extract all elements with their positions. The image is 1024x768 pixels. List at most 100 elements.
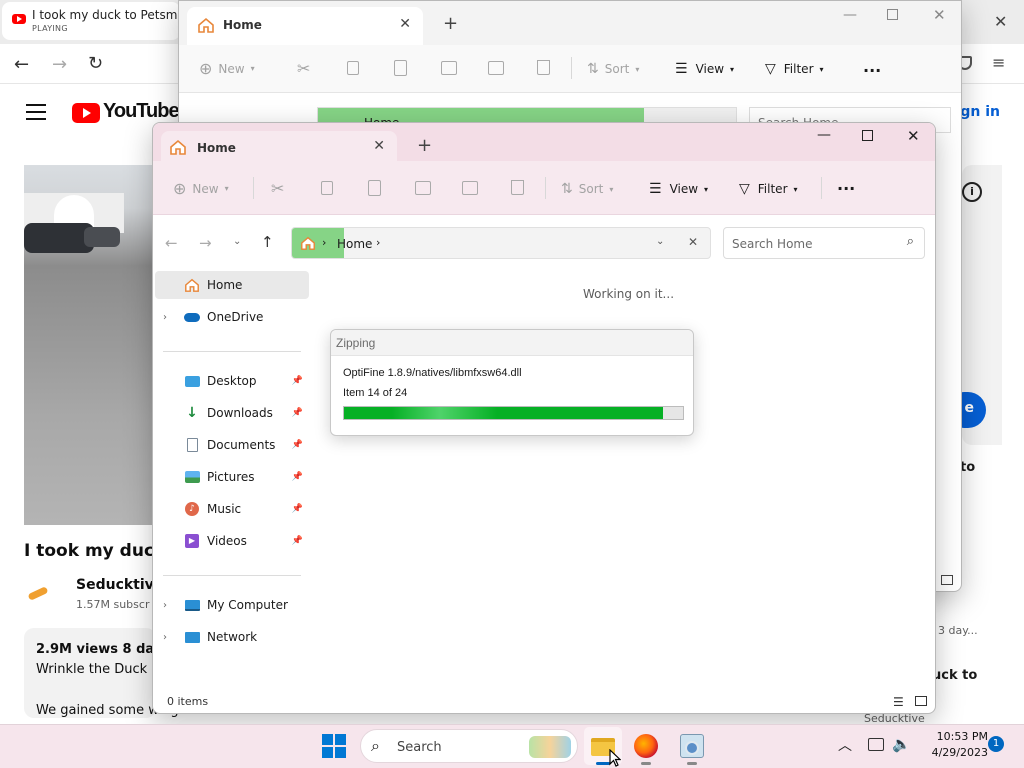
tab-close-icon[interactable]: ✕ xyxy=(373,138,385,154)
tab-close-icon[interactable]: ✕ xyxy=(399,16,411,32)
delete-icon[interactable] xyxy=(537,60,550,75)
nav-videos[interactable]: ▶ Videos 📌 xyxy=(155,527,309,555)
subscriber-count: 1.57M subscr xyxy=(76,598,150,611)
browser-close-icon[interactable]: ✕ xyxy=(994,12,1007,31)
video-player[interactable] xyxy=(24,165,156,525)
back-arrow-icon[interactable]: ← xyxy=(165,234,178,252)
nav-desktop[interactable]: Desktop 📌 xyxy=(155,367,309,395)
firefox-icon[interactable] xyxy=(634,734,658,758)
dialog-title: Zipping xyxy=(336,336,376,350)
taskbar-search[interactable]: ⌕ Search xyxy=(360,729,578,763)
filter-button[interactable]: ▽ Filter ▾ xyxy=(739,181,798,197)
info-icon[interactable]: i xyxy=(962,182,982,202)
nav-network[interactable]: › Network xyxy=(155,623,309,651)
address-bar[interactable]: › Home › ⌄ ✕ xyxy=(291,227,711,259)
maximize-icon[interactable] xyxy=(887,9,898,20)
paste-icon[interactable] xyxy=(368,180,381,196)
reload-icon[interactable]: ↻ xyxy=(88,53,103,74)
back-view-button[interactable]: ☰ View ▾ xyxy=(675,61,734,77)
rename-icon[interactable] xyxy=(441,61,457,75)
forward-arrow-icon[interactable]: → xyxy=(52,54,67,75)
description-line-1: Wrinkle the Duck g xyxy=(36,662,160,677)
chevron-right-icon[interactable]: › xyxy=(163,312,183,323)
search-placeholder: Search Home xyxy=(732,237,813,251)
share-icon[interactable] xyxy=(462,181,478,195)
back-arrow-icon[interactable]: ← xyxy=(14,54,29,75)
back-filter-button[interactable]: ▽ Filter ▾ xyxy=(765,61,824,77)
nav-home-label: Home xyxy=(207,278,243,292)
cut-icon[interactable]: ✂ xyxy=(297,59,310,78)
filter-label: Filter xyxy=(757,182,788,196)
view-button[interactable]: ☰ View ▾ xyxy=(649,181,708,197)
start-button-windows-icon[interactable] xyxy=(322,734,346,758)
chevron-right-icon[interactable]: › xyxy=(163,632,183,643)
new-button[interactable]: ⊕ New ▾ xyxy=(173,179,229,198)
share-icon[interactable] xyxy=(488,61,504,75)
channel-name[interactable]: Seducktive xyxy=(76,577,163,593)
sidebar-text-3: uck to xyxy=(932,668,978,683)
details-view-icon[interactable]: ☰ xyxy=(893,695,904,709)
up-arrow-icon[interactable]: ↑ xyxy=(261,233,274,251)
nav-home[interactable]: Home xyxy=(155,271,309,299)
browser-menu-icon[interactable]: ≡ xyxy=(992,53,1005,72)
paste-icon[interactable] xyxy=(394,60,407,76)
network-icon xyxy=(183,628,201,646)
tiles-view-icon[interactable] xyxy=(915,696,927,706)
search-box[interactable]: Search Home ⌕ xyxy=(723,227,925,259)
more-options-icon[interactable]: ... xyxy=(837,175,855,194)
clock[interactable]: 10:53 PM 4/29/2023 xyxy=(918,730,988,759)
nav-my-computer[interactable]: › My Computer xyxy=(155,591,309,619)
chevron-right-icon[interactable]: › xyxy=(163,600,183,611)
sort-button[interactable]: ⇅ Sort ▾ xyxy=(561,181,613,197)
home-icon xyxy=(300,235,316,251)
back-tiles-view-icon[interactable] xyxy=(941,575,953,585)
copy-icon[interactable] xyxy=(321,181,333,195)
delete-icon[interactable] xyxy=(511,180,524,195)
minimize-icon[interactable]: — xyxy=(843,7,857,23)
zip-progress-dialog[interactable]: Zipping OptiFine 1.8.9/natives/libmfxsw6… xyxy=(330,329,694,436)
back-tab[interactable]: Home ✕ xyxy=(187,7,423,45)
network-status-icon[interactable] xyxy=(868,738,884,751)
maximize-icon[interactable] xyxy=(862,130,873,141)
nav-downloads-label: Downloads xyxy=(207,406,273,420)
file-explorer-taskbar-button[interactable] xyxy=(584,727,622,767)
recent-locations-icon[interactable]: ⌄ xyxy=(233,236,241,247)
nav-my-computer-label: My Computer xyxy=(207,598,288,612)
nav-downloads[interactable]: ↓ Downloads 📌 xyxy=(155,399,309,427)
document-icon xyxy=(183,436,201,454)
more-label: ... xyxy=(837,175,856,194)
browser-tab[interactable]: I took my duck to Petsmart PLAYING xyxy=(2,2,180,40)
more-options-icon[interactable]: ... xyxy=(863,57,881,76)
nav-music[interactable]: ♪ Music 📌 xyxy=(155,495,309,523)
nav-pictures[interactable]: Pictures 📌 xyxy=(155,463,309,491)
subscribe-label: e xyxy=(964,400,975,416)
description-box[interactable]: 2.9M views 8 days Wrinkle the Duck g We … xyxy=(24,628,179,718)
nav-onedrive[interactable]: › OneDrive xyxy=(155,303,309,331)
explorer-tab[interactable]: Home ✕ xyxy=(161,131,397,161)
new-tab-icon[interactable]: + xyxy=(417,135,432,156)
back-new-button[interactable]: ⊕ New ▾ xyxy=(199,59,255,78)
channel-avatar[interactable] xyxy=(27,582,52,602)
forward-arrow-icon[interactable]: → xyxy=(199,234,212,252)
search-highlight-icon xyxy=(529,736,571,758)
back-sort-button[interactable]: ⇅ Sort ▾ xyxy=(587,61,639,77)
close-icon[interactable]: ✕ xyxy=(907,127,920,145)
hamburger-menu-icon[interactable] xyxy=(26,104,46,120)
minimize-icon[interactable]: — xyxy=(817,127,831,143)
notification-badge[interactable]: 1 xyxy=(988,736,1004,752)
clear-address-icon[interactable]: ✕ xyxy=(688,235,698,249)
chevron-down-icon[interactable]: ⌄ xyxy=(656,236,664,247)
rename-icon[interactable] xyxy=(415,181,431,195)
sign-in-button[interactable]: Sign in xyxy=(956,104,1000,124)
new-tab-icon[interactable]: + xyxy=(443,13,458,34)
close-icon[interactable]: ✕ xyxy=(933,6,946,24)
copy-icon[interactable] xyxy=(347,61,359,75)
video-icon: ▶ xyxy=(183,532,201,550)
app-installer-icon[interactable] xyxy=(680,734,704,758)
status-working: Working on it... xyxy=(583,287,675,301)
youtube-logo-icon[interactable] xyxy=(72,103,100,123)
nav-documents[interactable]: Documents 📌 xyxy=(155,431,309,459)
cut-icon[interactable]: ✂ xyxy=(271,179,284,198)
show-hidden-icons-chevron-up-icon[interactable]: ︿ xyxy=(838,735,852,755)
volume-icon[interactable]: 🔈 xyxy=(892,735,911,753)
